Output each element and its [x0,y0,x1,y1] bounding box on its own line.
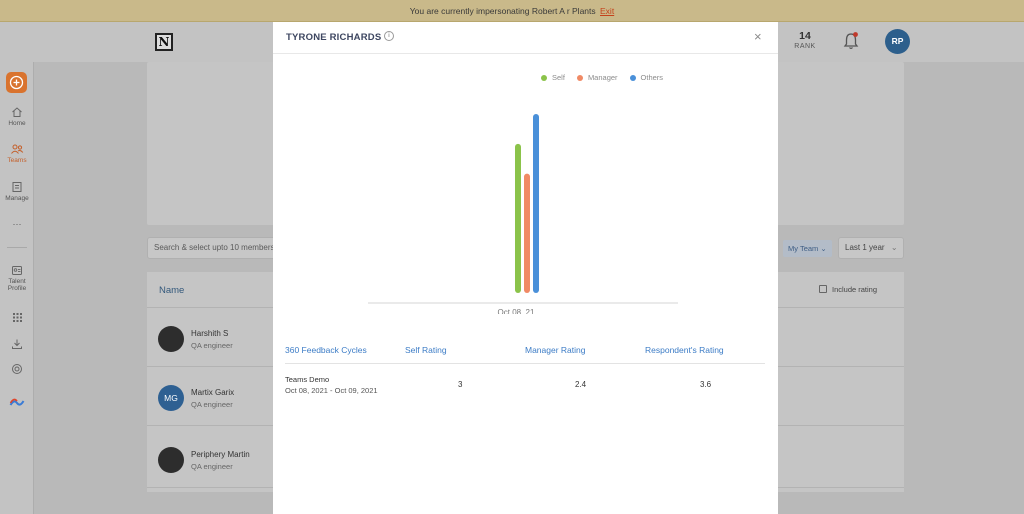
sidebar-item-label: Teams [7,157,27,164]
modal-title: TYRONE RICHARDS [286,32,382,43]
info-icon[interactable]: i [384,31,394,41]
my-team-dropdown[interactable]: My Team ⌄ [783,240,832,257]
column-header-manager-rating[interactable]: Manager Rating [525,345,585,355]
add-button[interactable] [6,72,27,93]
left-sidebar: Home Teams Manage ··· Talent Profile [0,62,34,514]
modal-header: TYRONE RICHARDS i × [273,22,778,54]
member-name: Harshith S [191,329,229,338]
x-tick-label: Oct 08, 21 [498,308,535,314]
sidebar-support-button[interactable] [0,363,34,377]
checkbox-icon [819,285,827,293]
sidebar-item-label: Talent Profile [7,278,27,292]
avatar [158,326,184,352]
notification-bell-icon[interactable] [842,31,860,51]
sidebar-item-label: Manage [5,195,29,202]
bar-others[interactable] [533,114,539,293]
member-role: QA engineer [191,400,233,409]
grid-icon [12,313,22,322]
impersonation-text: You are currently impersonating Robert A… [409,6,596,16]
sidebar-divider [7,247,27,248]
bar-self[interactable] [515,143,521,293]
teams-icon [11,144,24,154]
bar-manager[interactable] [524,173,530,293]
cycle-name: Teams Demo [285,375,330,384]
include-rating-checkbox[interactable]: Include rating [819,285,877,294]
member-name: Martix Garix [191,388,235,397]
manager-rating-value: 2.4 [575,380,587,389]
column-header-cycles[interactable]: 360 Feedback Cycles [285,345,367,355]
sidebar-item-teams[interactable]: Teams [0,143,34,164]
self-rating-value: 3 [458,380,463,389]
sidebar-item-home[interactable]: Home [0,106,34,127]
sidebar-brand-logo[interactable] [0,397,34,411]
manage-icon [12,182,22,192]
sidebar-apps-button[interactable] [0,312,34,325]
cycle-dates: Oct 08, 2021 - Oct 09, 2021 [285,386,378,395]
table-row[interactable]: Teams Demo Oct 08, 2021 - Oct 09, 2021 3… [285,366,765,406]
brand-logo-icon [9,398,25,406]
chevron-down-icon: ⌄ [820,244,827,253]
close-icon[interactable]: × [754,30,762,43]
rank-widget[interactable]: 14 RANK [789,30,821,50]
member-role: QA engineer [191,462,233,471]
chevron-down-icon: ⌄ [890,243,898,252]
member-name: Periphery Martin [191,450,250,459]
column-header-respondent-rating[interactable]: Respondent's Rating [645,345,724,355]
period-dropdown[interactable]: Last 1 year ⌄ [838,237,904,259]
app-logo[interactable]: N [155,33,173,51]
lifebuoy-icon [12,364,22,374]
ratings-chart: Oct 08, 21-Oct 09, 21 [368,114,678,314]
member-search-input[interactable]: Search & select upto 10 members [147,237,277,259]
sidebar-item-manage[interactable]: Manage [0,181,34,202]
period-label: Last 1 year [845,243,885,252]
my-team-label: My Team [788,244,819,253]
respondent-rating-value: 3.6 [700,380,712,389]
sidebar-more-button[interactable]: ··· [0,219,34,229]
rank-label: RANK [794,43,816,50]
talent-profile-icon [12,266,22,275]
download-icon [12,339,22,349]
avatar: MG [158,385,184,411]
feedback-modal: TYRONE RICHARDS i × Self Manager Others … [273,22,778,514]
column-header-self-rating[interactable]: Self Rating [405,345,447,355]
include-rating-label: Include rating [832,285,878,294]
avatar [158,447,184,473]
user-avatar[interactable]: RP [885,29,910,54]
sidebar-item-talent-profile[interactable]: Talent Profile [0,265,34,292]
sidebar-item-label: Home [8,120,26,127]
sidebar-download-button[interactable] [0,338,34,352]
member-role: QA engineer [191,341,233,350]
ratings-table-header: 360 Feedback Cycles Self Rating Manager … [285,344,765,364]
exit-impersonation-link[interactable]: Exit [600,6,614,16]
name-column-header[interactable]: Name [159,285,184,296]
impersonation-banner: You are currently impersonating Robert A… [0,0,1024,22]
rank-value: 14 [799,30,811,42]
home-icon [12,107,22,117]
plus-circle-icon [9,75,24,90]
